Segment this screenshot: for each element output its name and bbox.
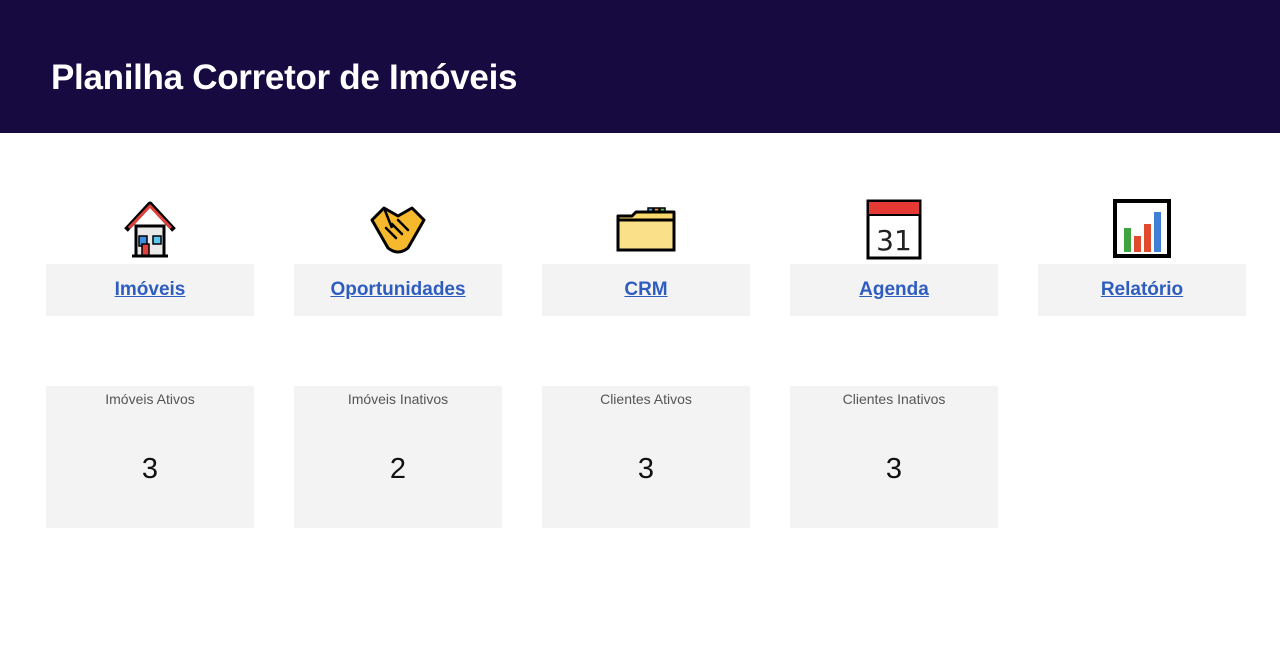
nav-item-relatorio: Relatório: [1038, 198, 1246, 317]
nav-item-imoveis: Imóveis: [46, 198, 254, 317]
stat-value: 3: [885, 453, 903, 485]
stat-value: 3: [637, 453, 655, 485]
stat-label: Clientes Inativos: [842, 391, 946, 407]
imoveis-link[interactable]: Imóveis: [46, 264, 254, 316]
app-header: Planilha Corretor de Imóveis: [0, 0, 1280, 133]
crm-link[interactable]: CRM: [542, 264, 750, 316]
house-icon: [120, 198, 180, 260]
stat-card-imoveis-ativos: Imóveis Ativos 3: [46, 386, 254, 528]
oportunidades-link[interactable]: Oportunidades: [294, 264, 502, 316]
stat-card-imoveis-inativos: Imóveis Inativos 2: [294, 386, 502, 528]
nav-item-agenda: 31 Agenda: [790, 198, 998, 317]
nav-item-crm: CRM: [542, 198, 750, 317]
agenda-link[interactable]: Agenda: [790, 264, 998, 316]
stat-card-clientes-inativos: Clientes Inativos 3: [790, 386, 998, 528]
bar-chart-icon: [1112, 198, 1172, 260]
stat-value: 2: [389, 453, 407, 485]
relatorio-link[interactable]: Relatório: [1038, 264, 1246, 316]
stat-label: Imóveis Inativos: [347, 391, 449, 407]
stat-label: Imóveis Ativos: [105, 391, 195, 407]
folder-icon: [616, 198, 676, 260]
svg-text:31: 31: [876, 224, 912, 257]
stat-label: Clientes Ativos: [600, 391, 692, 407]
stat-value: 3: [141, 453, 159, 485]
nav-item-oportunidades: Oportunidades: [294, 198, 502, 317]
calendar-icon: 31: [864, 198, 924, 260]
handshake-icon: [368, 198, 428, 260]
stat-card-clientes-ativos: Clientes Ativos 3: [542, 386, 750, 528]
page-title: Planilha Corretor de Imóveis: [51, 58, 518, 97]
